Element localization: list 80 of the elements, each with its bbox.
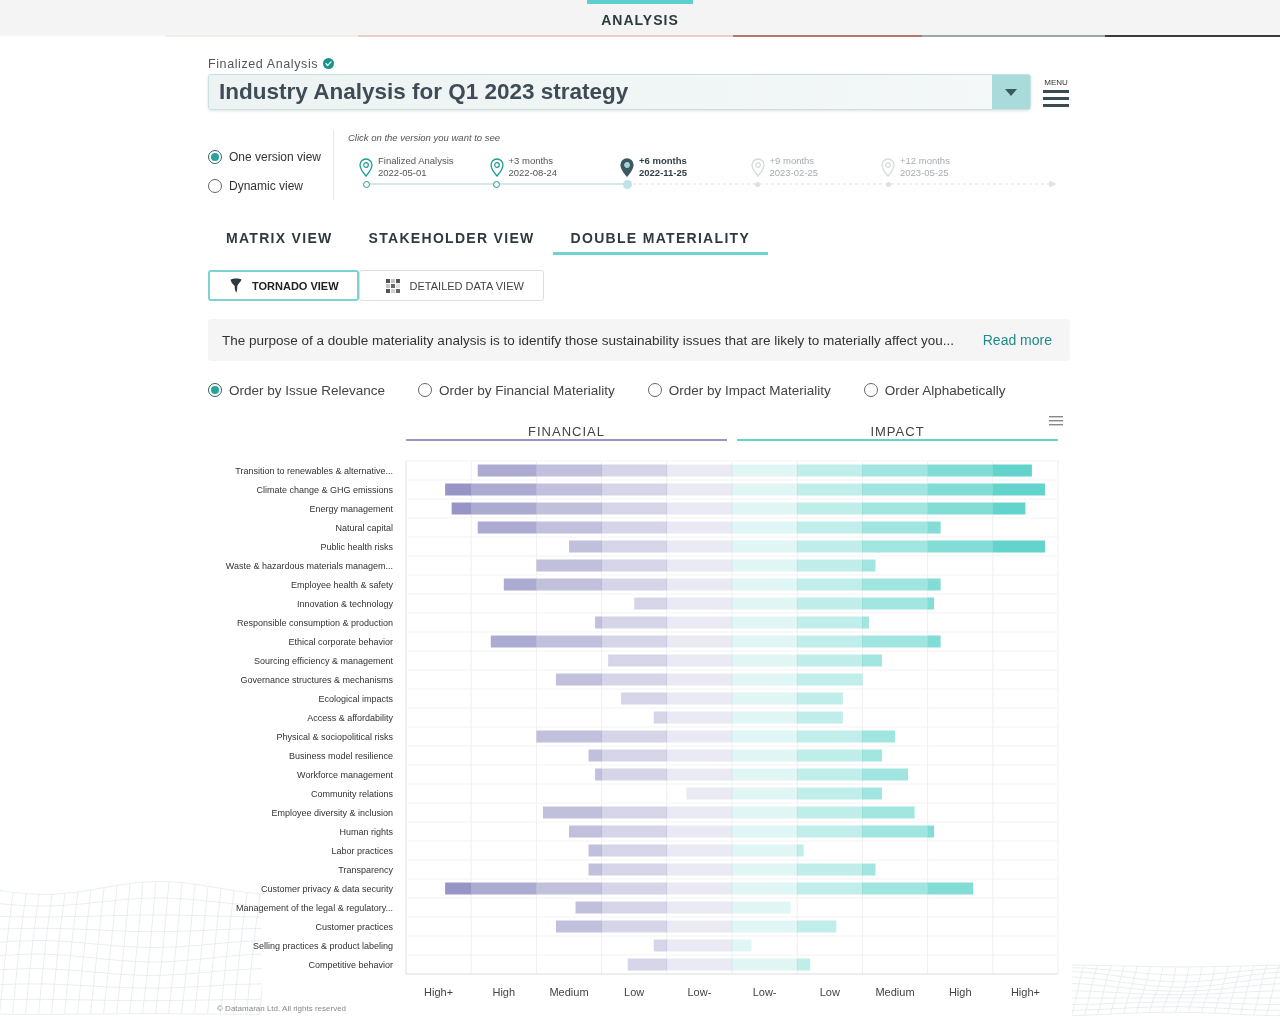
version-item[interactable]: +3 months 2022-08-24: [489, 155, 620, 179]
location-pin-icon: [620, 158, 634, 177]
issue-label: Employee diversity & inclusion: [271, 807, 393, 818]
issue-label: Customer privacy & data security: [260, 883, 393, 894]
issue-label: Human rights: [339, 826, 393, 837]
view-toggle-button[interactable]: DETAILED DATA VIEW: [358, 270, 544, 301]
read-more-link[interactable]: Read more: [982, 332, 1052, 348]
view-mode-option[interactable]: One version view: [208, 147, 333, 167]
scale-label: Low-: [752, 986, 777, 998]
version-item[interactable]: +6 months 2022-11-25: [620, 155, 751, 179]
scale-label: Low: [624, 986, 645, 998]
scale-label: High+: [424, 986, 454, 998]
issue-label: Public health risks: [320, 541, 393, 552]
scale-label: High: [492, 986, 516, 998]
chart-heading: IMPACT: [870, 423, 925, 439]
version-dot: [755, 181, 760, 187]
scale-label: Low: [819, 986, 840, 998]
issue-label: Transparency: [338, 864, 393, 875]
issue-label: Customer practices: [315, 921, 393, 932]
impact-bar: [732, 901, 791, 914]
issue-label: Business model resilience: [288, 750, 393, 761]
menu-icon: [1043, 90, 1069, 107]
issue-label: Management of the legal & regulatory...: [236, 902, 393, 913]
issue-label: Natural capital: [335, 522, 393, 533]
issue-label: Access & affordability: [307, 712, 393, 723]
dropdown-button[interactable]: [992, 75, 1031, 109]
issue-label: Innovation & technology: [296, 598, 393, 609]
issue-label: Governance structures & mechanisms: [240, 674, 393, 685]
version-item[interactable]: Finalized Analysis 2022-05-01: [359, 155, 490, 179]
caret-icon: [1005, 88, 1018, 96]
impact-bar: [732, 844, 804, 857]
version-dot: [885, 181, 891, 187]
order-option[interactable]: Order Alphabetically: [863, 380, 1006, 400]
scale-label: High: [948, 986, 972, 998]
view-tab[interactable]: MATRIX VIEW: [208, 222, 351, 255]
issue-label: Employee health & safety: [290, 579, 393, 590]
issue-label: Community relations: [310, 788, 393, 799]
financial-bar: [686, 787, 732, 800]
analysis-dropdown[interactable]: Industry Analysis for Q1 2023 strategy: [208, 74, 1032, 110]
issue-label: Physical & sociopolitical risks: [276, 731, 393, 742]
issue-label: Competitive behavior: [308, 959, 393, 970]
view-mode-option[interactable]: Dynamic view: [208, 176, 333, 196]
issue-label: Sourcing efficiency & management: [254, 655, 393, 666]
view-tab[interactable]: STAKEHOLDER VIEW: [350, 222, 553, 255]
issue-label: Labor practices: [331, 845, 393, 856]
order-option[interactable]: Order by Financial Materiality: [418, 380, 615, 400]
view-tab[interactable]: DOUBLE MATERIALITY: [552, 222, 769, 255]
scale-label: Low-: [687, 986, 712, 998]
impact-bar: [732, 939, 752, 952]
issue-label: Climate change & GHG emissions: [256, 484, 393, 495]
order-option[interactable]: Order by Impact Materiality: [647, 380, 831, 400]
version-dot: [362, 180, 370, 188]
chart-heading: FINANCIAL: [528, 423, 605, 439]
issue-label: Energy management: [309, 503, 393, 514]
scale-label: High+: [1010, 986, 1040, 998]
copyright-text: © Datamaran Ltd. All rights reserved: [217, 1004, 347, 1014]
version-dot: [493, 180, 500, 188]
location-pin-icon: [881, 158, 895, 177]
analysis-status: Finalized Analysis: [208, 56, 319, 71]
menu-button[interactable]: MENU: [1042, 78, 1070, 107]
view-toggle-button[interactable]: TORNADO VIEW: [208, 270, 359, 301]
issue-label: Waste & hazardous materials managem...: [225, 560, 393, 571]
version-dot: [622, 179, 632, 189]
scale-label: Medium: [875, 986, 915, 998]
location-pin-icon: [750, 158, 765, 177]
issue-label: Responsible consumption & production: [236, 617, 393, 628]
issue-label: Selling practices & product labeling: [252, 940, 393, 951]
description-text: The purpose of a double materiality analysis is to identify those sustainability issues that are likely to materially affect you...: [222, 332, 955, 348]
location-pin-icon: [359, 158, 373, 177]
location-pin-icon: [489, 158, 504, 177]
issue-label: Ecological impacts: [318, 693, 393, 704]
scale-label: Medium: [549, 986, 589, 998]
issue-label: Ethical corporate behavior: [288, 636, 393, 647]
grid-icon: [385, 278, 400, 293]
order-option[interactable]: Order by Issue Relevance: [208, 380, 386, 400]
menu-icon[interactable]: [1049, 416, 1063, 426]
issue-label: Workforce management: [297, 769, 393, 780]
funnel-icon: [230, 278, 242, 293]
issue-label: Transition to renewables & alternative...: [235, 465, 393, 476]
timeline-hint: Click on the version you want to see: [348, 131, 501, 145]
